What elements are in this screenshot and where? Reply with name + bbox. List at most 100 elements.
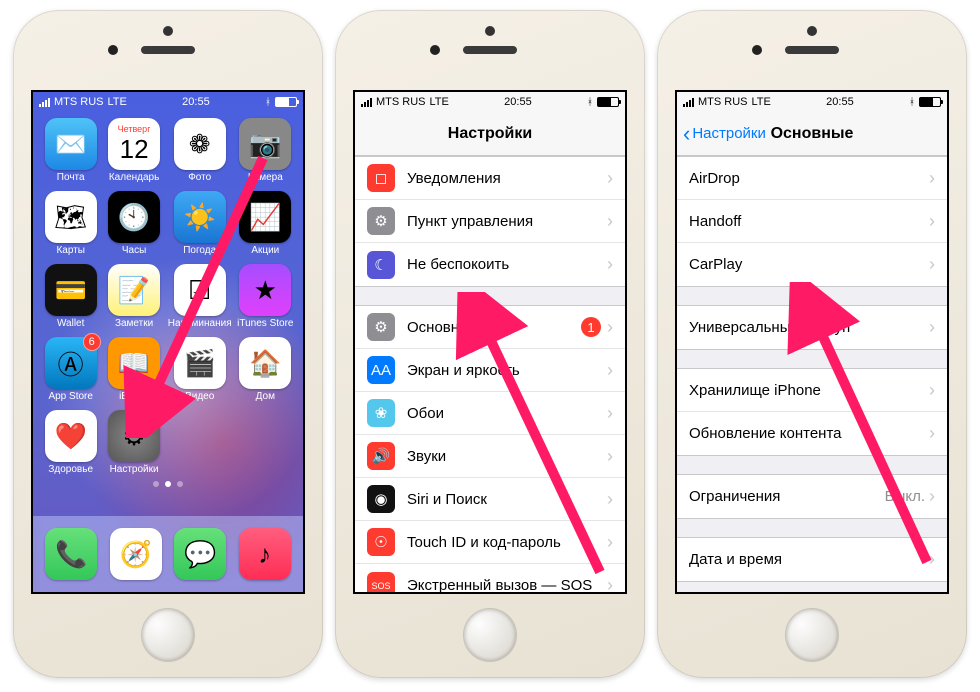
- row-Экран и яркость[interactable]: AAЭкран и яркость›: [355, 349, 625, 392]
- row-label: AirDrop: [689, 170, 929, 187]
- app-reminders[interactable]: ☑ Напоминания: [168, 264, 232, 329]
- settings-group: Хранилище iPhone›Обновление контента›: [677, 368, 947, 456]
- settings-icon: ⚙︎1: [108, 410, 160, 462]
- reminders-icon: ☑: [174, 264, 226, 316]
- row-Touch ID и код-пароль[interactable]: ☉Touch ID и код-пароль›: [355, 521, 625, 564]
- row-Экстренный вызов — SOS[interactable]: SOSЭкстренный вызов — SOS›: [355, 564, 625, 592]
- dock-msgs[interactable]: 💬: [174, 528, 226, 580]
- app-label: Заметки: [115, 318, 153, 329]
- bluetooth-icon: ᚼ: [909, 97, 915, 108]
- dock-music[interactable]: ♪: [239, 528, 291, 580]
- row-Основные[interactable]: ⚙Основные1›: [355, 306, 625, 349]
- row-Ограничения[interactable]: ОграниченияВыкл.›: [677, 475, 947, 518]
- app-label: Часы: [122, 245, 146, 256]
- appstore-icon: Ⓐ6: [45, 337, 97, 389]
- ibooks-icon: 📖: [108, 337, 160, 389]
- app-wallet[interactable]: 💳Wallet: [41, 264, 100, 329]
- row-label: Основные: [407, 319, 581, 336]
- app-video[interactable]: 🎬Видео: [168, 337, 232, 402]
- network-label: LTE: [108, 96, 127, 108]
- app-itunes[interactable]: ★iTunes Store: [236, 264, 295, 329]
- row-Дата и время[interactable]: Дата и время›: [677, 538, 947, 581]
- dock-phoneapp[interactable]: 📞: [45, 528, 97, 580]
- homekit-icon: 🏠: [239, 337, 291, 389]
- settings-group: Дата и время›: [677, 537, 947, 582]
- nav-back-button[interactable]: ‹ Настройки: [683, 123, 766, 145]
- row-Уведомления[interactable]: ◻︎Уведомления›: [355, 157, 625, 200]
- nav-title: Основные: [771, 125, 854, 143]
- chevron-right-icon: ›: [929, 211, 935, 232]
- itunes-icon: ★: [239, 264, 291, 316]
- app-appstore[interactable]: Ⓐ6 App Store: [41, 337, 100, 402]
- notes-icon: 📝: [108, 264, 160, 316]
- carrier-label: MTS RUS: [54, 96, 104, 108]
- general-screen: MTS RUS LTE 20:55 ᚼ ‹ Настройки Основные…: [675, 90, 949, 594]
- app-label: Здоровье: [48, 464, 93, 475]
- app-maps[interactable]: 🗺Карты: [41, 191, 100, 256]
- home-screen: MTS RUS LTE 20:55 ᚼ ✉️ПочтаЧетверг12Кале…: [31, 90, 305, 594]
- app-stocks[interactable]: 📈Акции: [236, 191, 295, 256]
- row-Обои[interactable]: ❀Обои›: [355, 392, 625, 435]
- app-label: Напоминания: [168, 318, 232, 329]
- app-ibooks[interactable]: 📖iBooks: [104, 337, 163, 402]
- app-label: App Store: [48, 391, 92, 402]
- clock-label: 20:55: [182, 96, 210, 108]
- carrier-label: MTS RUS: [698, 96, 748, 108]
- row-Siri и Поиск[interactable]: ◉Siri и Поиск›: [355, 478, 625, 521]
- dock-safari[interactable]: 🧭: [110, 528, 162, 580]
- home-button[interactable]: [463, 608, 517, 662]
- cal-icon: Четверг12: [108, 118, 160, 170]
- settings-group: AirDrop›Handoff›CarPlay›: [677, 156, 947, 287]
- row-Handoff[interactable]: Handoff›: [677, 200, 947, 243]
- app-notes[interactable]: 📝 Заметки: [104, 264, 163, 329]
- row-Хранилище iPhone[interactable]: Хранилище iPhone›: [677, 369, 947, 412]
- row-Не беспокоить[interactable]: ☾Не беспокоить›: [355, 243, 625, 286]
- app-photos[interactable]: ❁Фото: [168, 118, 232, 183]
- app-label: Камера: [248, 172, 283, 183]
- chevron-right-icon: ›: [607, 360, 613, 381]
- app-cal[interactable]: Четверг12Календарь: [104, 118, 163, 183]
- bluetooth-icon: ᚼ: [265, 97, 271, 108]
- chevron-right-icon: ›: [607, 403, 613, 424]
- i-siri-icon: ◉: [367, 485, 395, 513]
- row-Пункт управления[interactable]: ⚙Пункт управления›: [355, 200, 625, 243]
- weather-icon: ☀️: [174, 191, 226, 243]
- video-icon: 🎬: [174, 337, 226, 389]
- settings-list[interactable]: ◻︎Уведомления›⚙Пункт управления›☾Не бесп…: [355, 156, 625, 592]
- app-weather[interactable]: ☀️Погода: [168, 191, 232, 256]
- chevron-right-icon: ›: [607, 489, 613, 510]
- maps-icon: 🗺: [45, 191, 97, 243]
- row-label: Обои: [407, 405, 607, 422]
- row-label: Обновление контента: [689, 425, 929, 442]
- chevron-right-icon: ›: [607, 168, 613, 189]
- row-Универсальный доступ[interactable]: Универсальный доступ›: [677, 306, 947, 349]
- app-health[interactable]: ❤️ Здоровье: [41, 410, 100, 475]
- row-Звуки[interactable]: 🔊Звуки›: [355, 435, 625, 478]
- row-Обновление контента[interactable]: Обновление контента›: [677, 412, 947, 455]
- home-button[interactable]: [141, 608, 195, 662]
- i-sound-icon: 🔊: [367, 442, 395, 470]
- app-mail[interactable]: ✉️Почта: [41, 118, 100, 183]
- chevron-right-icon: ›: [929, 380, 935, 401]
- app-label: Почта: [57, 172, 85, 183]
- chevron-right-icon: ›: [607, 446, 613, 467]
- health-icon: ❤️: [45, 410, 97, 462]
- app-clock[interactable]: 🕙Часы: [104, 191, 163, 256]
- row-label: Handoff: [689, 213, 929, 230]
- row-AirDrop[interactable]: AirDrop›: [677, 157, 947, 200]
- row-label: CarPlay: [689, 256, 929, 273]
- general-list[interactable]: AirDrop›Handoff›CarPlay›Универсальный до…: [677, 156, 947, 592]
- badge: 1: [146, 406, 164, 424]
- app-settings[interactable]: ⚙︎1Настройки: [104, 410, 163, 475]
- app-label: Фото: [188, 172, 211, 183]
- row-CarPlay[interactable]: CarPlay›: [677, 243, 947, 286]
- app-homekit[interactable]: 🏠Дом: [236, 337, 295, 402]
- row-label: Пункт управления: [407, 213, 607, 230]
- chevron-right-icon: ›: [607, 317, 613, 338]
- status-bar: MTS RUS LTE 20:55 ᚼ: [355, 92, 625, 112]
- dock: 📞🧭💬♪: [33, 516, 303, 592]
- app-camera[interactable]: 📷Камера: [236, 118, 295, 183]
- chevron-right-icon: ›: [929, 168, 935, 189]
- home-button[interactable]: [785, 608, 839, 662]
- page-dots[interactable]: [33, 481, 303, 487]
